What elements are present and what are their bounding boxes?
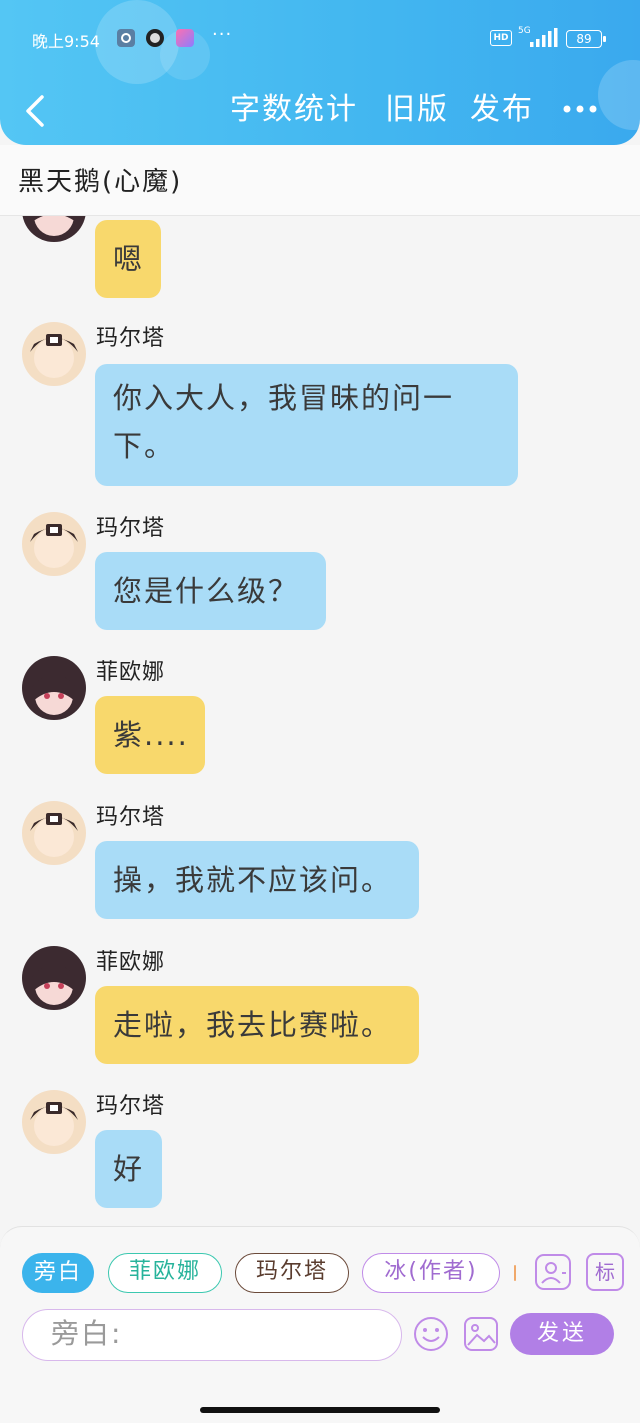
gear-icon	[117, 29, 135, 47]
camera-icon	[146, 29, 164, 47]
message-bubble[interactable]: 操，我就不应该问。	[95, 841, 419, 919]
back-icon[interactable]	[22, 94, 50, 128]
sender-name: 菲欧娜	[96, 660, 166, 685]
message-input[interactable]: 旁白:	[22, 1309, 402, 1361]
message-text: 下。	[113, 429, 176, 463]
old-version-button[interactable]: 旧版	[385, 88, 449, 132]
conversation-title: 黑天鹅(心魔)	[18, 167, 183, 197]
role-chip-author[interactable]: 冰(作者)	[362, 1253, 500, 1293]
word-count-button[interactable]: 字数统计	[230, 88, 358, 132]
conversation-title-bar: 黑天鹅(心魔)	[0, 145, 640, 216]
message-bubble[interactable]: 您是什么级？	[95, 552, 326, 630]
hd-icon: HD	[490, 30, 512, 46]
avatar[interactable]	[22, 512, 86, 576]
emoji-icon[interactable]	[412, 1315, 450, 1353]
more-icon[interactable]	[562, 104, 598, 114]
tag-button[interactable]: 标	[586, 1253, 624, 1291]
chip-overflow-indicator	[514, 1265, 516, 1281]
app-icon	[176, 29, 194, 47]
sender-name: 玛尔塔	[96, 516, 166, 541]
avatar[interactable]	[22, 216, 86, 242]
send-button[interactable]: 发送	[510, 1313, 614, 1355]
message-bubble[interactable]: 嗯	[95, 220, 161, 298]
nav-bar: 字数统计 旧版 发布	[0, 80, 640, 140]
avatar[interactable]	[22, 1090, 86, 1154]
app-header: 晚上9:54 ··· HD 5G 89 字数统计 旧版 发布	[0, 0, 640, 145]
role-chip-fiona[interactable]: 菲欧娜	[108, 1253, 222, 1293]
add-role-icon[interactable]	[534, 1253, 572, 1291]
avatar[interactable]	[22, 656, 86, 720]
avatar[interactable]	[22, 322, 86, 386]
input-panel: 旁白 菲欧娜 玛尔塔 冰(作者) 标 旁白: 发送	[0, 1226, 640, 1423]
chat-list[interactable]: 嗯 玛尔塔 你入大人，我冒昧的问一 下。 玛尔塔 您是什么级？ 菲欧娜 紫...…	[0, 216, 640, 1226]
sender-name: 玛尔塔	[96, 326, 166, 351]
message-bubble[interactable]: 紫....	[95, 696, 205, 774]
message-bubble[interactable]: 你入大人，我冒昧的问一 下。	[95, 364, 518, 486]
role-chip-marta[interactable]: 玛尔塔	[235, 1253, 349, 1293]
status-time: 晚上9:54	[32, 32, 100, 51]
message-text: 你入大人，我冒昧的问一	[113, 381, 455, 415]
avatar[interactable]	[22, 801, 86, 865]
battery-icon: 89	[566, 30, 606, 48]
signal-icon	[530, 28, 558, 47]
image-icon[interactable]	[462, 1315, 500, 1353]
sender-name: 菲欧娜	[96, 950, 166, 975]
status-bar: 晚上9:54 ··· HD 5G 89	[0, 18, 640, 62]
home-indicator[interactable]	[200, 1407, 440, 1413]
sender-name: 玛尔塔	[96, 805, 166, 830]
sender-name: 玛尔塔	[96, 1094, 166, 1119]
more-notifications-icon: ···	[212, 24, 233, 45]
publish-button[interactable]: 发布	[470, 88, 534, 132]
message-bubble[interactable]: 走啦，我去比赛啦。	[95, 986, 419, 1064]
message-bubble[interactable]: 好	[95, 1130, 162, 1208]
avatar[interactable]	[22, 946, 86, 1010]
role-chip-narrator[interactable]: 旁白	[22, 1253, 94, 1293]
